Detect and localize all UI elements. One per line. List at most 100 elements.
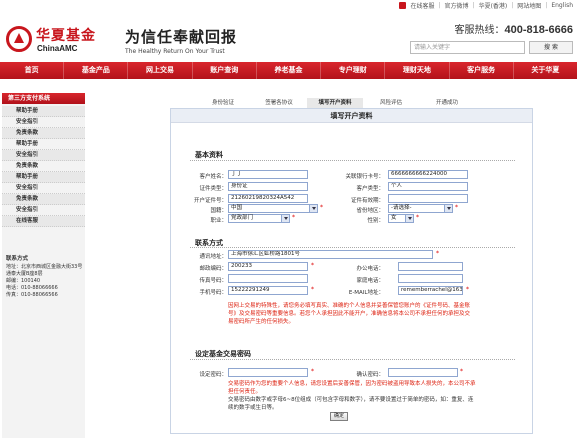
main-nav: 首页 基金产品 网上交易 账户查询 养老基金 专户理财 理财天地 客户服务 关于… [0,62,577,79]
sidebar-list: 帮助手册 安全指引 免责条款 帮助手册 安全指引 免责条款 帮助手册 安全指引 … [2,104,85,227]
confirm-password-label: 确认密码： [356,372,384,378]
home-phone-field[interactable] [398,274,463,283]
form-title: 填写开户资料 [171,109,532,123]
address-field[interactable]: 上海市徐汇区虹桥路1801号 [228,250,433,259]
client-type-label: 客户类型： [356,186,384,192]
chevron-down-icon [444,205,452,212]
step-agreement: 签署各协议 [265,100,293,106]
job-select[interactable]: 党政部门 [228,214,290,223]
sidebar-item[interactable]: 免责条款 [2,128,85,139]
nav-item-pension[interactable]: 养老基金 [257,62,322,79]
submit-button[interactable]: 确定 [330,412,348,421]
required-mark: * [320,204,323,211]
sitemap-link[interactable]: 网站地图 [517,1,541,10]
online-service-link[interactable]: 在线客服 [410,1,434,10]
search-button[interactable]: 搜 索 [529,41,573,54]
password-notice: 交易密码作为您的重要个人信息，请您设置后妥善保管，因为密码被盗用导致本人损失的，… [228,381,476,395]
hotline: 客服热线：400-818-6666 [454,21,573,36]
nav-item-private-account[interactable]: 专户理财 [321,62,386,79]
divider [190,359,515,360]
slogan-cn: 为信任奉献回报 [125,28,238,46]
required-mark: * [436,250,439,257]
nav-item-about[interactable]: 关于华夏 [514,62,577,79]
nav-item-customer-service[interactable]: 客户服务 [450,62,514,79]
mobile-label: 手机号码： [199,290,227,296]
chevron-down-icon [405,215,413,222]
fax-label: 传真号码： [199,278,227,284]
set-password-field[interactable] [228,368,308,377]
office-phone-label: 办公电话： [356,266,384,272]
required-mark: * [460,368,463,375]
basic-section-title: 基本资料 [195,151,223,159]
password-rule-notice: 交易密码由数字或字母6~8位组成（可包含字母和数字），请不要设置过于简单的密码，… [228,397,474,411]
sidebar-item[interactable]: 帮助手册 [2,139,85,150]
id-number-field[interactable]: 21260219820324A542 [228,194,308,203]
sidebar-item[interactable]: 帮助手册 [2,172,85,183]
sidebar-item[interactable]: 免责条款 [2,161,85,172]
step-identity: 身份验证 [211,100,234,106]
sidebar-item[interactable]: 免责条款 [2,194,85,205]
nav-item-online-trading[interactable]: 网上交易 [128,62,193,79]
sidebar-item[interactable]: 安全指引 [2,183,85,194]
required-mark: * [455,204,458,211]
sidebar-item[interactable]: 帮助手册 [2,106,85,117]
nav-item-finance-world[interactable]: 理财天地 [385,62,450,79]
separator: | [511,2,514,9]
step-risk: 风险评估 [379,100,402,106]
step-success: 开通成功 [435,100,458,106]
province-select[interactable]: -请选择- [388,204,453,213]
office-phone-field[interactable] [398,262,463,271]
separator: | [472,2,475,9]
search-input[interactable]: 请输入关键字 [410,41,525,54]
gender-value: 女 [391,215,397,221]
logo-mark-icon [6,26,32,52]
mobile-field[interactable]: 15222291249 [228,286,308,295]
postcode-label: 邮政编码： [199,266,227,272]
id-expiry-field[interactable] [388,194,468,203]
postcode-field[interactable]: 200233 [228,262,308,271]
id-number-label: 开户证件号： [193,198,227,204]
required-mark: * [416,214,419,221]
fax-field[interactable] [228,274,308,283]
slogan-en: The Healthy Return On Your Trust [125,48,225,55]
confirm-password-field[interactable] [388,368,458,377]
required-mark: * [466,286,469,293]
id-type-field[interactable]: 身份证 [228,182,308,191]
contact-fax: 传真：010-88066566 [6,292,58,298]
name-label: 客户姓名： [199,174,227,180]
email-field[interactable]: rememberrachel@163 [398,286,463,295]
divider [190,247,515,248]
bank-account-field[interactable]: 6666666666224000 [388,170,468,179]
english-link[interactable]: English [551,2,573,9]
nav-item-fund-products[interactable]: 基金产品 [64,62,129,79]
required-mark: * [292,214,295,221]
sidebar-item[interactable]: 安全指引 [2,205,85,216]
gender-select[interactable]: 女 [388,214,414,223]
country-select[interactable]: 中国 [228,204,318,213]
id-type-label: 证件类型： [199,186,227,192]
password-section-title: 设定基金交易密码 [195,350,251,358]
sidebar-item[interactable]: 安全指引 [2,150,85,161]
home-icon[interactable] [399,2,407,9]
nav-item-account-query[interactable]: 账户查询 [193,62,257,79]
client-type-field[interactable]: 个人 [388,182,468,191]
slogan: 为信任奉献回报 The Healthy Return On Your Trust [125,26,265,55]
page-root: { "top_links": { "online_service": "在线客服… [0,0,577,438]
contact-postcode: 邮编：100140 [6,278,41,284]
province-label: 省份地区： [356,208,384,214]
weibo-link[interactable]: 官方微博 [445,1,469,10]
name-field[interactable]: 丁丁 [228,170,308,179]
nav-item-home[interactable]: 首页 [0,62,65,79]
sidebar-title: 第三方支付系统 [2,93,85,104]
hk-link[interactable]: 华夏(香港) [479,1,508,10]
contact-address: 地址：北京市西城区金融大街33号通泰大厦B座8层 [6,264,83,277]
logo[interactable]: 华夏基金 ChinaAMC [6,24,116,56]
required-mark: * [311,262,314,269]
contact-title: 联系方式 [6,256,29,262]
sidebar-item[interactable]: 在线客服 [2,216,85,227]
set-password-label: 设定密码： [199,372,227,378]
id-expiry-label: 证件有效期： [350,198,384,204]
sidebar-item[interactable]: 安全指引 [2,117,85,128]
hotline-number: 400-818-6666 [504,24,573,36]
home-phone-label: 家庭电话： [356,278,384,284]
